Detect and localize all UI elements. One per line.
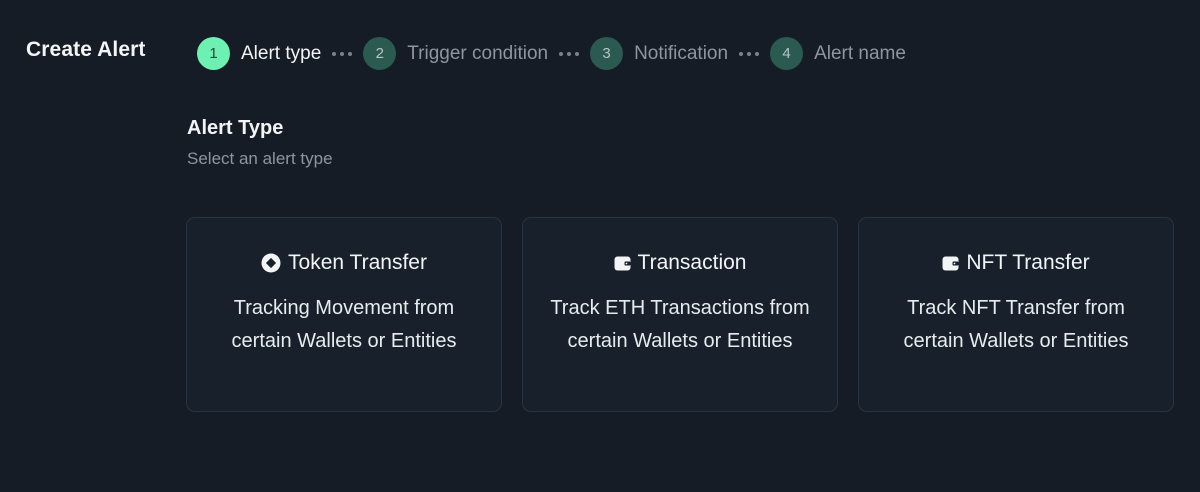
step-trigger-condition[interactable]: 2 Trigger condition bbox=[363, 37, 548, 70]
card-description: Tracking Movement from certain Wallets o… bbox=[231, 297, 457, 352]
step-separator bbox=[332, 51, 353, 56]
step-alert-type[interactable]: 1 Alert type bbox=[197, 37, 321, 70]
wallet-icon bbox=[942, 256, 959, 271]
token-icon bbox=[261, 253, 281, 273]
step-alert-name[interactable]: 4 Alert name bbox=[770, 37, 906, 70]
alert-type-card-transaction[interactable]: Transaction Track ETH Transactions from … bbox=[522, 217, 838, 412]
step-label: Trigger condition bbox=[407, 42, 549, 64]
step-label: Alert name bbox=[814, 42, 906, 64]
card-description: Track ETH Transactions from certain Wall… bbox=[550, 297, 810, 352]
step-label: Alert type bbox=[241, 42, 322, 64]
create-alert-page: Create Alert 1 Alert type 2 Trigger cond… bbox=[0, 0, 1200, 492]
alert-type-options: Token Transfer Tracking Movement from ce… bbox=[186, 217, 1174, 412]
card-header: NFT Transfer bbox=[942, 249, 1090, 277]
step-notification[interactable]: 3 Notification bbox=[590, 37, 728, 70]
card-title: Token Transfer bbox=[288, 251, 427, 274]
step-number-badge: 3 bbox=[590, 37, 624, 70]
card-header: Transaction bbox=[614, 249, 747, 277]
step-label: Notification bbox=[634, 42, 729, 64]
alert-type-card-nft-transfer[interactable]: NFT Transfer Track NFT Transfer from cer… bbox=[858, 217, 1174, 412]
stepper: 1 Alert type 2 Trigger condition 3 Notif… bbox=[197, 37, 906, 70]
card-title: NFT Transfer bbox=[966, 251, 1090, 274]
page-title: Create Alert bbox=[26, 38, 146, 61]
card-header: Token Transfer bbox=[261, 249, 427, 277]
section-title: Alert Type bbox=[187, 117, 284, 139]
card-title: Transaction bbox=[637, 251, 747, 274]
step-number-badge: 2 bbox=[363, 37, 397, 70]
step-separator bbox=[739, 51, 760, 56]
wallet-icon bbox=[614, 256, 631, 271]
card-description: Track NFT Transfer from certain Wallets … bbox=[903, 297, 1129, 352]
section-subtitle: Select an alert type bbox=[187, 149, 333, 168]
alert-type-card-token-transfer[interactable]: Token Transfer Tracking Movement from ce… bbox=[186, 217, 502, 412]
step-number-badge: 1 bbox=[197, 37, 230, 70]
step-separator bbox=[559, 51, 580, 56]
step-number-badge: 4 bbox=[770, 37, 804, 70]
